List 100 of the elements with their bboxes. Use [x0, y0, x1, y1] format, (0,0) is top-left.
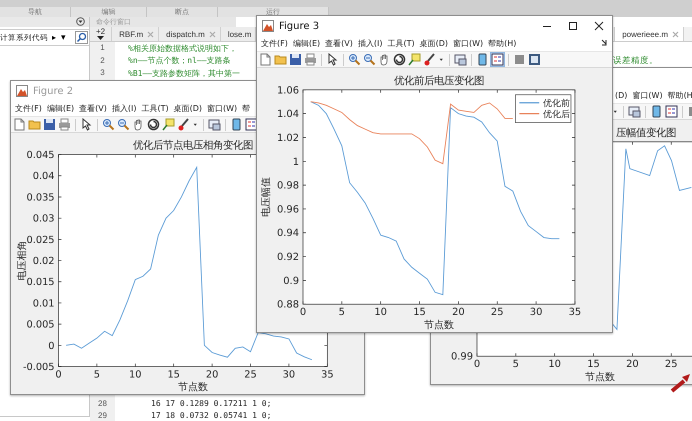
editor-tab[interactable]: +2 [90, 27, 112, 41]
axis-title: 电压相角 [17, 240, 28, 281]
path-dropdown[interactable]: ▾ [61, 32, 66, 42]
line-number: 1 [90, 42, 115, 54]
menu-item[interactable]: 查看(V) [325, 38, 353, 49]
save-icon[interactable] [289, 53, 302, 66]
line-number: 29 [90, 410, 115, 421]
tick-label: 0.025 [26, 234, 55, 246]
tick-label: 0.045 [26, 150, 55, 162]
code-line: %n——节点个数；nl——支路条 [127, 55, 231, 66]
colorbar-icon[interactable] [476, 53, 489, 66]
menu-item[interactable]: 工具(T) [387, 38, 415, 49]
path-arrow[interactable]: ▸ [52, 33, 56, 42]
tick-label: 0.96 [276, 204, 300, 216]
tick-label: 0.04 [32, 171, 55, 182]
collapse-icon[interactable] [76, 17, 85, 26]
tick-label: 0.035 [26, 192, 55, 204]
tick-label: 30 [530, 307, 542, 318]
code-line: %相关原始数据格式说明如下， [127, 42, 237, 54]
link-plot-icon[interactable] [454, 53, 467, 66]
legend-box [515, 94, 572, 123]
tick-label: 10 [374, 307, 387, 318]
tick-label: 0 [55, 369, 62, 380]
menu-item[interactable]: 编辑(E) [292, 38, 320, 49]
tick-label: 0 [474, 359, 480, 370]
chart-title: 优化前后电压变化图 [394, 74, 484, 87]
arrow-mark [670, 373, 692, 393]
legend-label: 优化前 [543, 99, 570, 110]
tick-label: 25 [490, 307, 504, 318]
code-line: 16 17 0.1289 0.17211 1 0; [150, 399, 272, 408]
zoom-out-icon[interactable] [363, 53, 376, 66]
print-icon[interactable] [304, 53, 317, 66]
tick-label: 5 [512, 359, 519, 370]
data-cursor-icon[interactable] [408, 53, 421, 66]
axis-title: 节点数 [178, 382, 208, 394]
code-line: 误差精度。 [613, 54, 659, 67]
tick-label: 0 [300, 307, 306, 318]
tick-label: 5 [338, 307, 345, 318]
figure-icon [16, 85, 28, 97]
axis-title: 电压幅值 [261, 177, 272, 218]
tick-label: 20 [206, 369, 218, 380]
chart-title: 压幅值变化图 [616, 126, 676, 139]
tick-label: 20 [626, 359, 639, 370]
tick-label: 35 [568, 307, 582, 318]
menu-item[interactable]: 桌面(D) [420, 38, 448, 49]
maximize-icon[interactable] [568, 21, 578, 31]
editor-tab[interactable]: powerieee.m [614, 27, 684, 41]
close-icon[interactable] [594, 21, 604, 31]
tick-label: 15 [587, 359, 600, 370]
tick-label: 0.005 [26, 320, 55, 331]
menu-item[interactable]: 窗口(W) [453, 38, 484, 49]
code-line: %B1——支路参数矩阵，其中第一 [127, 68, 240, 79]
line-sample-icon [519, 102, 540, 104]
tick-label: 0.03 [32, 214, 55, 225]
editor-tab[interactable]: dispatch.m [159, 27, 221, 41]
search-button[interactable] [75, 31, 88, 44]
tick-label: 1 [292, 156, 300, 168]
dock-arrow-icon[interactable] [601, 39, 608, 46]
panel-icon[interactable] [528, 53, 541, 66]
menu-item[interactable]: 帮助(H) [488, 38, 516, 49]
menu-item[interactable]: 插入(I) [358, 38, 382, 49]
line-number: 3 [90, 67, 115, 80]
tick-label: 0.02 [32, 256, 55, 267]
axis-title: 节点数 [424, 320, 454, 332]
line-number: 2 [90, 54, 115, 67]
window-title: Figure 3 [279, 20, 320, 32]
tick-label: 0.88 [276, 300, 300, 311]
menu-item[interactable]: 文件(F) [261, 38, 288, 49]
window-title: Figure 2 [33, 86, 74, 96]
tick-label: 0.94 [276, 228, 300, 240]
tick-label: 0.92 [276, 252, 300, 264]
tick-label: 30 [282, 369, 296, 380]
new-file-icon[interactable] [259, 53, 272, 66]
code-line: 17 18 0.0732 0.05741 1 0; [150, 410, 272, 420]
figure-icon [262, 20, 274, 32]
legend-label: 优化后 [543, 110, 570, 120]
tick-label: 10 [129, 369, 142, 380]
line-sample-icon [519, 113, 540, 114]
dropdown-icon[interactable] [97, 36, 104, 40]
axis-title: 节点数 [585, 372, 616, 384]
tick-label: 1.02 [276, 132, 300, 144]
editor-tab[interactable]: lose.m [220, 27, 256, 41]
editor-tab[interactable]: RBF.m [112, 27, 160, 41]
tick-label: 0 [48, 340, 55, 352]
tick-label: -0.005 [22, 362, 55, 373]
square-icon[interactable] [513, 53, 526, 66]
rotate-icon[interactable] [393, 53, 406, 66]
tick-label: 1.04 [276, 109, 300, 120]
tick-label: 20 [452, 307, 465, 318]
tick-label: 25 [244, 369, 257, 380]
zoom-in-icon[interactable] [348, 53, 361, 66]
tick-label: 5 [94, 369, 100, 380]
tick-label: 15 [167, 369, 180, 380]
pointer-icon[interactable] [326, 53, 339, 66]
tick-label: 0.99 [450, 352, 474, 363]
tick-label: 1.06 [276, 85, 300, 96]
open-folder-icon[interactable] [274, 53, 287, 66]
brush-icon[interactable] [423, 53, 436, 66]
legend-icon[interactable] [491, 53, 504, 66]
tick-label: 0.98 [276, 180, 300, 192]
